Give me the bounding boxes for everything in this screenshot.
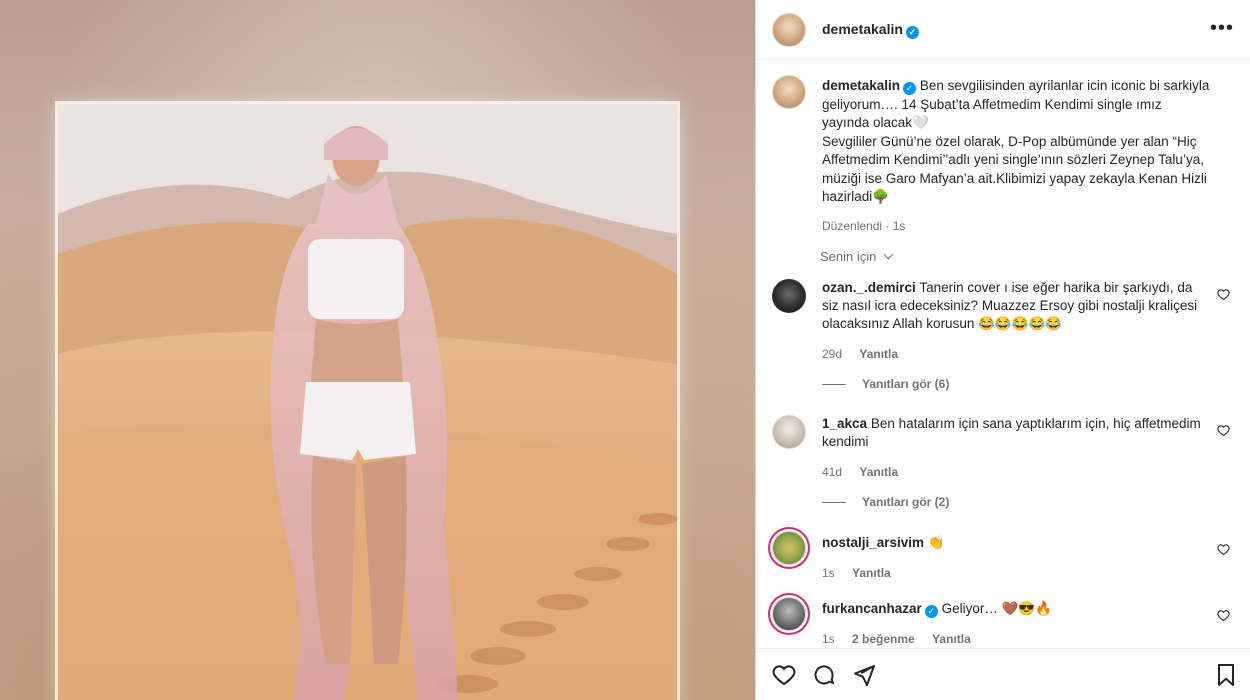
author-avatar[interactable] <box>772 12 806 47</box>
commenter-avatar[interactable] <box>772 597 806 631</box>
post-detail-panel: demetakalin ✓ ••• demetakalin ✓ Ben sevgil… <box>755 0 1250 700</box>
verified-badge-icon: ✓ <box>903 82 917 95</box>
caption-avatar[interactable] <box>772 75 806 109</box>
reply-button[interactable]: Yanıtla <box>852 566 891 580</box>
caption-text-2: Sevgililer Günü’ne özel olarak, D-Pop al… <box>822 133 1207 205</box>
comments-scroll-area[interactable]: demetakalin ✓ Ben sevgilisinden ayrilanla… <box>756 61 1250 648</box>
comment-body: ozan._.demirci Tanerin cover ı ise eğer … <box>822 279 1212 363</box>
verified-badge-icon: ✓ <box>905 25 919 39</box>
commenter-avatar[interactable] <box>772 279 806 313</box>
comment-filter-dropdown[interactable]: Senin için <box>820 249 894 264</box>
replies-divider <box>822 383 846 385</box>
comment-item: furkancanhazar ✓ Geliyor… 🤎😎🔥 1s 2 beğenm… <box>772 597 1238 647</box>
comment-icon[interactable] <box>812 663 836 687</box>
replies-divider <box>822 501 846 503</box>
post-header: demetakalin ✓ ••• <box>756 0 1250 60</box>
post-action-bar <box>756 648 1250 700</box>
comment-meta: 41d Yanıtla <box>822 463 1212 481</box>
chevron-down-icon <box>883 249 894 260</box>
view-replies-button[interactable]: Yanıtları gör (2) <box>822 495 949 509</box>
caption-meta: Düzenlendi · 1s <box>822 218 906 233</box>
comment-meta: 29d Yanıtla <box>822 345 1212 363</box>
like-comment-heart-icon[interactable] <box>1217 424 1230 437</box>
comment-age: 29d <box>822 347 843 361</box>
commenter-username[interactable]: furkancanhazar <box>822 601 922 616</box>
comment-filter-label[interactable]: Senin için <box>820 249 876 264</box>
commenter-username[interactable]: ozan._.demirci <box>822 280 916 295</box>
view-replies-label[interactable]: Yanıtları gör (6) <box>862 377 949 391</box>
share-icon[interactable] <box>852 663 876 687</box>
commenter-avatar[interactable] <box>772 531 806 565</box>
like-comment-heart-icon[interactable] <box>1217 288 1230 301</box>
likes-count[interactable]: 2 beğenme <box>852 632 915 646</box>
comment-item: nostalji_arsivim 👏 1s Yanıtla <box>772 531 1238 581</box>
heart-icon[interactable] <box>772 663 796 687</box>
caption-age: 1s <box>892 218 906 233</box>
desert-photo-illustration <box>58 104 677 700</box>
comment-text: Geliyor… 🤎😎🔥 <box>941 601 1053 616</box>
comment-age: 1s <box>822 566 835 580</box>
reply-button[interactable]: Yanıtla <box>859 347 898 361</box>
comment-text: Ben hatalarım için sana yaptıklarım için… <box>822 416 1201 449</box>
like-comment-heart-icon[interactable] <box>1217 543 1230 556</box>
comment-text: 👏 <box>927 535 945 550</box>
comment-body: 1_akca Ben hatalarım için sana yaptıklar… <box>822 415 1212 481</box>
comment-meta: 1s Yanıtla <box>822 564 1212 582</box>
caption-body: demetakalin ✓ Ben sevgilisinden ayrilanla… <box>822 77 1212 235</box>
commenter-username[interactable]: 1_akca <box>822 416 867 431</box>
caption: demetakalin ✓ Ben sevgilisinden ayrilanla… <box>772 75 1238 245</box>
comment-item: ozan._.demirci Tanerin cover ı ise eğer … <box>772 279 1238 361</box>
comment-age: 1s <box>822 632 835 646</box>
view-replies-label[interactable]: Yanıtları gör (2) <box>862 495 949 509</box>
comment-body: nostalji_arsivim 👏 1s Yanıtla <box>822 534 1212 582</box>
author-username[interactable]: demetakalin ✓ <box>822 21 919 39</box>
like-comment-heart-icon[interactable] <box>1217 609 1230 622</box>
comment-body: furkancanhazar ✓ Geliyor… 🤎😎🔥 1s 2 beğenm… <box>822 600 1212 648</box>
comment-item: 1_akca Ben hatalarım için sana yaptıklar… <box>772 415 1238 485</box>
comment-meta: 1s 2 beğenme Yanıtla <box>822 630 1212 648</box>
comment-age: 41d <box>822 465 843 479</box>
commenter-username[interactable]: nostalji_arsivim <box>822 535 924 550</box>
reply-button[interactable]: Yanıtla <box>932 632 971 646</box>
edited-label: Düzenlendi <box>822 218 883 233</box>
post-media <box>0 0 755 700</box>
commenter-avatar[interactable] <box>772 415 806 449</box>
view-replies-button[interactable]: Yanıtları gör (6) <box>822 377 949 391</box>
caption-username[interactable]: demetakalin <box>822 78 900 93</box>
bookmark-icon[interactable] <box>1214 663 1238 687</box>
post-image[interactable] <box>58 104 677 700</box>
more-options-icon[interactable]: ••• <box>1210 18 1234 40</box>
reply-button[interactable]: Yanıtla <box>859 465 898 479</box>
verified-badge-icon: ✓ <box>924 605 938 618</box>
author-username-text[interactable]: demetakalin <box>822 21 903 37</box>
